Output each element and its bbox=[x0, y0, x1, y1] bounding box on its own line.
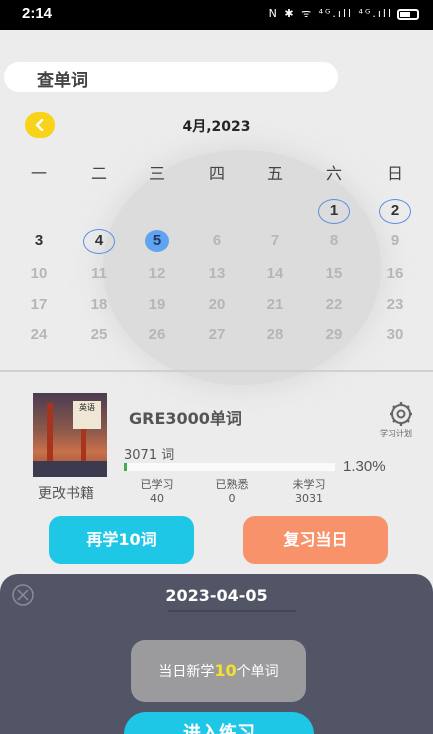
weekday-label: 五 bbox=[266, 164, 283, 183]
calendar-day[interactable]: 24 bbox=[19, 326, 59, 343]
calendar-day[interactable]: 26 bbox=[137, 326, 177, 343]
calendar-day[interactable]: 2 bbox=[375, 202, 415, 219]
calendar-day[interactable]: 9 bbox=[375, 232, 415, 249]
calendar-day[interactable]: 15 bbox=[314, 265, 354, 282]
calendar-day[interactable]: 10 bbox=[19, 265, 59, 282]
stat-familiar: 已熟悉 0 bbox=[202, 478, 262, 506]
calendar-day[interactable]: 20 bbox=[197, 296, 237, 313]
calendar-day[interactable]: 4 bbox=[79, 232, 119, 249]
weekday-label: 三 bbox=[148, 164, 165, 183]
stat-label: 已学习 bbox=[140, 478, 174, 491]
calendar-day[interactable]: 14 bbox=[255, 265, 295, 282]
calendar-day[interactable]: 3 bbox=[19, 232, 59, 249]
calendar-day[interactable]: 6 bbox=[197, 232, 237, 249]
search-bar[interactable]: 查单词 bbox=[4, 62, 338, 92]
calendar-day[interactable]: 27 bbox=[197, 326, 237, 343]
stat-value: 3031 bbox=[295, 492, 323, 505]
weekday-label: 一 bbox=[30, 164, 47, 183]
month-title: 4月,2023 bbox=[182, 119, 251, 135]
book-cover-image[interactable]: 英语 bbox=[33, 393, 107, 477]
search-label: 查单词 bbox=[37, 71, 88, 91]
calendar-day[interactable]: 13 bbox=[197, 265, 237, 282]
daily-summary: 当日新学10个单词 bbox=[131, 640, 306, 702]
book-cover-label: 英语 bbox=[73, 401, 101, 429]
calendar-day[interactable]: 30 bbox=[375, 326, 415, 343]
calendar-day[interactable]: 29 bbox=[314, 326, 354, 343]
stat-value: 40 bbox=[150, 492, 164, 505]
status-bar: 2:14 N ✱ ᯤ ⁴ᴳ.ıll ⁴ᴳ.ıll bbox=[0, 0, 433, 30]
change-book-link[interactable]: 更改书籍 bbox=[38, 483, 94, 503]
calendar-day[interactable]: 21 bbox=[255, 296, 295, 313]
divider bbox=[0, 370, 433, 372]
calendar-day[interactable]: 8 bbox=[314, 232, 354, 249]
enter-practice-button[interactable]: 进入练习 bbox=[124, 712, 314, 734]
calendar-day[interactable]: 7 bbox=[255, 232, 295, 249]
calendar-day[interactable]: 1 bbox=[314, 202, 354, 219]
calendar-day[interactable]: 17 bbox=[19, 296, 59, 313]
gear-icon[interactable] bbox=[386, 400, 416, 428]
calendar-day[interactable]: 22 bbox=[314, 296, 354, 313]
calendar-day[interactable]: 16 bbox=[375, 265, 415, 282]
calendar-day[interactable]: 23 bbox=[375, 296, 415, 313]
stat-value: 0 bbox=[228, 492, 236, 505]
calendar-day[interactable]: 19 bbox=[137, 296, 177, 313]
calendar-day[interactable]: 18 bbox=[79, 296, 119, 313]
stat-label: 未学习 bbox=[292, 478, 326, 491]
calendar-day[interactable]: 11 bbox=[79, 265, 119, 282]
review-today-button[interactable]: 复习当日 bbox=[243, 516, 388, 564]
stat-learned: 已学习 40 bbox=[127, 478, 187, 506]
stat-label: 已熟悉 bbox=[215, 478, 249, 491]
learn-more-button[interactable]: 再学10词 bbox=[49, 516, 194, 564]
weekday-label: 日 bbox=[386, 164, 403, 183]
network-signal-icon: N ✱ ᯤ ⁴ᴳ.ıll ⁴ᴳ.ıll bbox=[268, 7, 393, 20]
stat-unlearned: 未学习 3031 bbox=[279, 478, 339, 506]
progress-percent: 1.30% bbox=[343, 458, 386, 475]
study-plan-label[interactable]: 学习计划 bbox=[380, 428, 412, 439]
battery-icon bbox=[397, 8, 419, 20]
calendar-day[interactable]: 12 bbox=[137, 265, 177, 282]
status-indicators: N ✱ ᯤ ⁴ᴳ.ıll ⁴ᴳ.ıll bbox=[269, 6, 419, 21]
word-count: 3071 词 bbox=[124, 448, 175, 463]
calendar-day[interactable]: 28 bbox=[255, 326, 295, 343]
summary-suffix: 个单词 bbox=[236, 664, 279, 680]
divider bbox=[168, 610, 296, 612]
sheet-date: 2023-04-05 bbox=[165, 586, 268, 605]
progress-fill bbox=[124, 463, 127, 471]
calendar-day[interactable]: 5 bbox=[137, 232, 177, 249]
status-time: 2:14 bbox=[22, 5, 53, 22]
summary-count: 10 bbox=[214, 661, 237, 680]
weekday-label: 四 bbox=[208, 164, 225, 183]
summary-prefix: 当日新学 bbox=[158, 664, 215, 680]
book-name: GRE3000单词 bbox=[129, 409, 242, 428]
weekday-label: 二 bbox=[90, 164, 107, 183]
calendar-day[interactable]: 25 bbox=[79, 326, 119, 343]
progress-bar bbox=[124, 463, 335, 471]
weekday-label: 六 bbox=[325, 164, 342, 183]
